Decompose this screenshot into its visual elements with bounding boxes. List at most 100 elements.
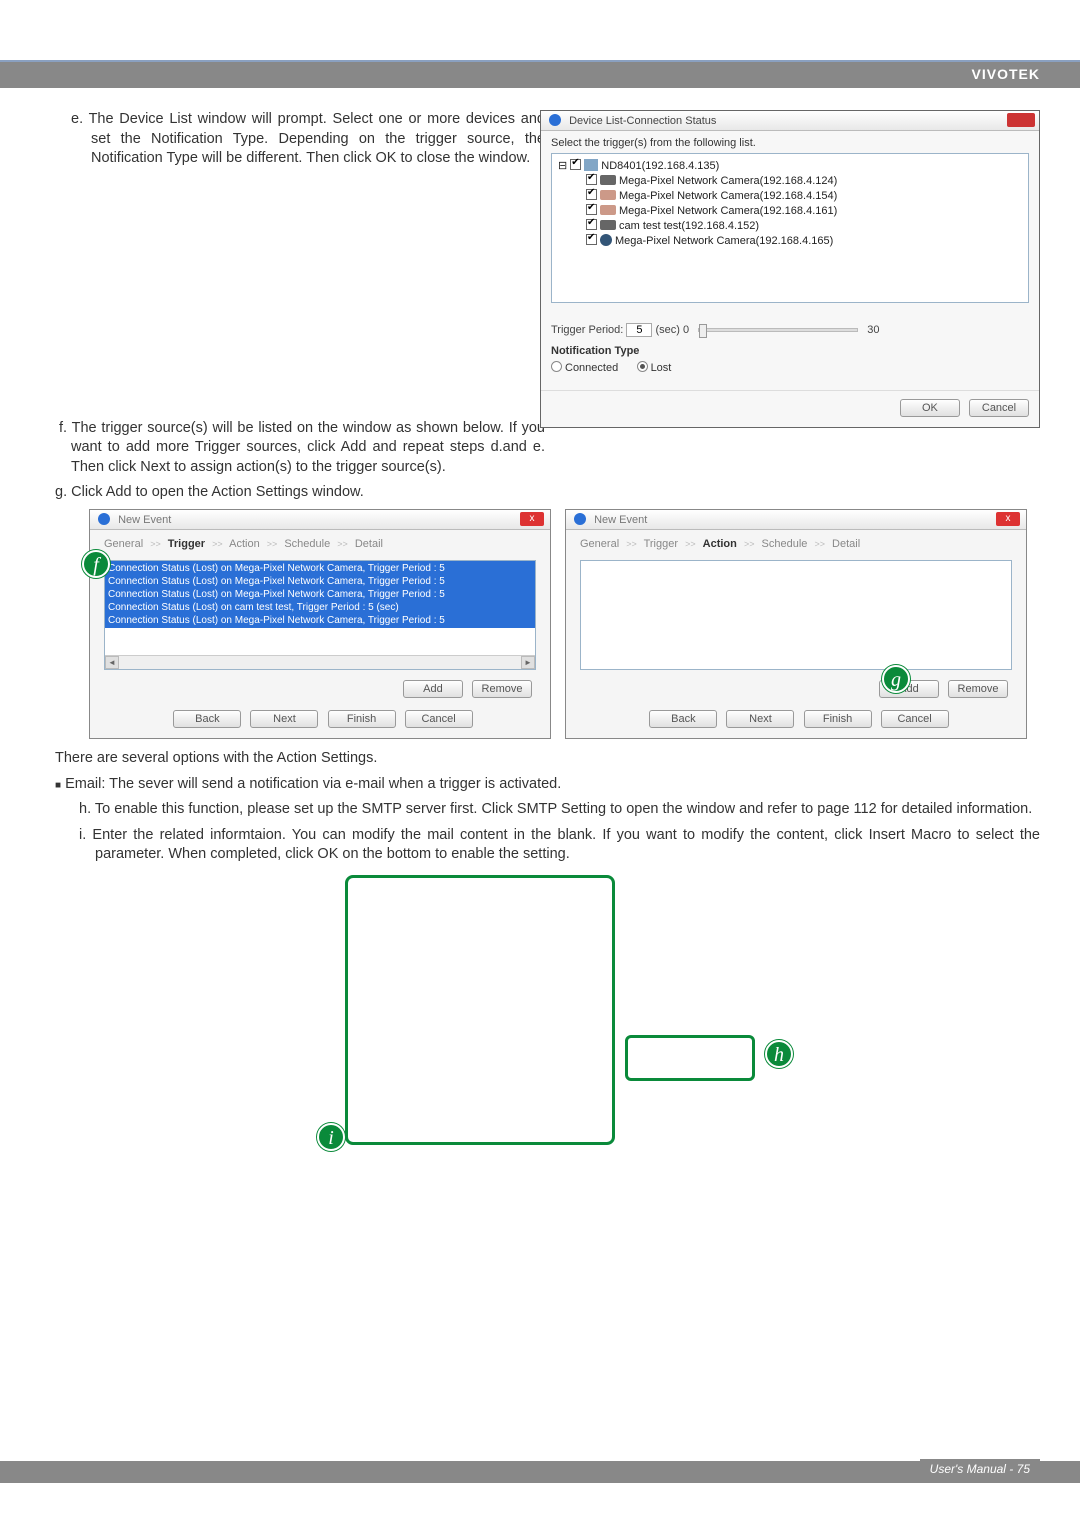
radio-lost[interactable] <box>637 361 648 372</box>
device-list-prompt: Select the trigger(s) from the following… <box>551 137 1029 149</box>
notification-type-radios: Connected Lost <box>551 361 1029 374</box>
slider-thumb[interactable] <box>699 324 707 338</box>
device-list-buttons: OK Cancel <box>541 390 1039 423</box>
step-e-text: e. The Device List window will prompt. S… <box>55 110 545 169</box>
crumb-action[interactable]: Action <box>229 538 260 550</box>
finish-button[interactable]: Finish <box>328 710 396 728</box>
callout-rect-main <box>345 875 615 1145</box>
close-icon[interactable]: x <box>996 512 1020 526</box>
window-title: New Event x <box>90 510 550 530</box>
email-bullet-text: Email: The sever will send a notificatio… <box>65 776 561 792</box>
action-intro-text: There are several options with the Actio… <box>55 749 1040 769</box>
crumb-sep: >> <box>681 539 700 549</box>
list-item[interactable]: Connection Status (Lost) on Mega-Pixel N… <box>108 562 532 575</box>
window-title-text: New Event <box>594 514 647 526</box>
cancel-button[interactable]: Cancel <box>969 399 1029 417</box>
action-settings-callout-area: h i <box>205 875 905 1175</box>
close-icon[interactable]: x <box>520 512 544 526</box>
device-list-body: Select the trigger(s) from the following… <box>541 131 1039 380</box>
crumb-sep: >> <box>333 539 352 549</box>
ok-button[interactable]: OK <box>900 399 960 417</box>
step-i-text: i. Enter the related informtaion. You ca… <box>55 826 1040 865</box>
crumb-sep: >> <box>740 539 759 549</box>
crumb-schedule[interactable]: Schedule <box>762 538 808 550</box>
cancel-button[interactable]: Cancel <box>405 710 473 728</box>
crumb-trigger[interactable]: Trigger <box>644 538 678 550</box>
device-tree[interactable]: ⊟ ND8401(192.168.4.135) Mega-Pixel Netwo… <box>551 153 1029 303</box>
back-button[interactable]: Back <box>173 710 241 728</box>
list-item[interactable]: Connection Status (Lost) on cam test tes… <box>108 601 532 614</box>
tree-item-label: Mega-Pixel Network Camera(192.168.4.165) <box>615 235 833 247</box>
checkbox[interactable] <box>586 174 597 185</box>
crumb-detail[interactable]: Detail <box>355 538 383 550</box>
close-icon[interactable] <box>1007 113 1035 127</box>
add-button[interactable]: Add <box>403 680 463 698</box>
list-item[interactable]: Connection Status (Lost) on Mega-Pixel N… <box>108 588 532 601</box>
tree-item[interactable]: cam test test(192.168.4.152) <box>558 218 1022 233</box>
crumb-sep: >> <box>263 539 282 549</box>
window-title-text: New Event <box>118 514 171 526</box>
tree-item[interactable]: Mega-Pixel Network Camera(192.168.4.161) <box>558 203 1022 218</box>
tree-item[interactable]: Mega-Pixel Network Camera(192.168.4.154) <box>558 188 1022 203</box>
camera-icon <box>600 205 616 215</box>
crumb-sep: >> <box>622 539 641 549</box>
next-button[interactable]: Next <box>726 710 794 728</box>
camera-icon <box>600 220 616 230</box>
action-list[interactable] <box>580 560 1012 670</box>
cancel-button[interactable]: Cancel <box>881 710 949 728</box>
breadcrumb: General >> Trigger >> Action >> Schedule… <box>566 530 1026 558</box>
horizontal-scrollbar[interactable]: ◄ ► <box>105 655 535 669</box>
wizard-buttons: Back Next Finish Cancel <box>566 706 1026 738</box>
trigger-list-selection: Connection Status (Lost) on Mega-Pixel N… <box>105 561 535 628</box>
step-g-text: g. Click Add to open the Action Settings… <box>55 483 1040 503</box>
tree-item-label: cam test test(192.168.4.152) <box>619 220 759 232</box>
next-button[interactable]: Next <box>250 710 318 728</box>
crumb-detail[interactable]: Detail <box>832 538 860 550</box>
remove-button[interactable]: Remove <box>948 680 1008 698</box>
crumb-action[interactable]: Action <box>703 538 737 550</box>
checkbox[interactable] <box>586 189 597 200</box>
trigger-period-row: Trigger Period: (sec) 0 30 <box>551 323 1029 337</box>
crumb-sep: >> <box>146 539 165 549</box>
checkbox[interactable] <box>570 159 581 170</box>
dome-camera-icon <box>600 234 612 246</box>
checkbox[interactable] <box>586 219 597 230</box>
email-bullet: ■ Email: The sever will send a notificat… <box>55 775 1040 795</box>
tree-root[interactable]: ⊟ ND8401(192.168.4.135) <box>558 158 1022 173</box>
checkbox[interactable] <box>586 234 597 245</box>
crumb-schedule[interactable]: Schedule <box>284 538 330 550</box>
footer-text: User's Manual - 75 <box>920 1459 1040 1479</box>
footer-bar <box>0 1461 1080 1483</box>
camera-icon <box>600 190 616 200</box>
back-button[interactable]: Back <box>649 710 717 728</box>
trigger-period-input[interactable] <box>626 323 652 337</box>
list-item[interactable]: Connection Status (Lost) on Mega-Pixel N… <box>108 575 532 588</box>
callout-rect-h <box>625 1035 755 1081</box>
callout-badge-h: h <box>765 1040 793 1068</box>
wizard-buttons: Back Next Finish Cancel <box>90 706 550 738</box>
finish-button[interactable]: Finish <box>804 710 872 728</box>
tree-item[interactable]: Mega-Pixel Network Camera(192.168.4.124) <box>558 173 1022 188</box>
crumb-general[interactable]: General <box>104 538 143 550</box>
breadcrumb: General >> Trigger >> Action >> Schedule… <box>90 530 550 558</box>
list-item[interactable]: Connection Status (Lost) on Mega-Pixel N… <box>108 614 532 627</box>
trigger-period-slider[interactable] <box>698 328 858 332</box>
scroll-right-icon[interactable]: ► <box>521 656 535 669</box>
slider-max: 30 <box>867 324 879 336</box>
crumb-trigger[interactable]: Trigger <box>168 538 205 550</box>
scroll-left-icon[interactable]: ◄ <box>105 656 119 669</box>
notification-type-label: Notification Type <box>551 345 1029 357</box>
crumb-general[interactable]: General <box>580 538 619 550</box>
remove-button[interactable]: Remove <box>472 680 532 698</box>
checkbox[interactable] <box>586 204 597 215</box>
tree-item[interactable]: Mega-Pixel Network Camera(192.168.4.165) <box>558 233 1022 248</box>
step-f-text: f. The trigger source(s) will be listed … <box>55 419 545 478</box>
brand-label: VIVOTEK <box>972 66 1040 82</box>
trigger-list[interactable]: Connection Status (Lost) on Mega-Pixel N… <box>104 560 536 670</box>
radio-connected[interactable] <box>551 361 562 372</box>
window-title: Device List-Connection Status <box>541 111 1039 131</box>
server-icon <box>584 159 598 171</box>
window-title-text: Device List-Connection Status <box>569 115 716 127</box>
new-event-action-window: New Event x General >> Trigger >> Action… <box>565 509 1027 739</box>
tree-item-label: Mega-Pixel Network Camera(192.168.4.154) <box>619 190 837 202</box>
